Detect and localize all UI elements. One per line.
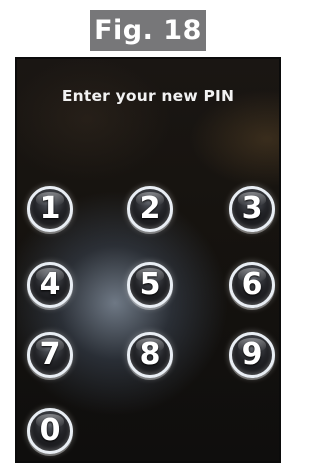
keypad-key-5[interactable]: 5 <box>127 262 173 308</box>
pin-entry-screen: Enter your new PIN 1 2 3 4 5 6 7 8 9 0 <box>15 57 281 463</box>
keypad-key-0[interactable]: 0 <box>27 408 73 454</box>
key-digit: 0 <box>39 413 61 448</box>
key-digit: 4 <box>39 267 61 302</box>
keypad-key-9[interactable]: 9 <box>229 332 275 378</box>
key-digit: 7 <box>39 337 61 372</box>
key-digit: 8 <box>139 337 161 372</box>
key-digit: 6 <box>241 267 263 302</box>
keypad-key-1[interactable]: 1 <box>27 186 73 232</box>
keypad-key-6[interactable]: 6 <box>229 262 275 308</box>
key-digit: 2 <box>139 191 161 226</box>
key-digit: 5 <box>139 267 161 302</box>
keypad-key-3[interactable]: 3 <box>229 186 275 232</box>
keypad-key-4[interactable]: 4 <box>27 262 73 308</box>
key-digit: 1 <box>39 191 61 226</box>
keypad-key-2[interactable]: 2 <box>127 186 173 232</box>
pin-prompt: Enter your new PIN <box>61 87 235 105</box>
key-digit: 9 <box>241 337 263 372</box>
keypad-key-7[interactable]: 7 <box>27 332 73 378</box>
keypad-key-8[interactable]: 8 <box>127 332 173 378</box>
key-digit: 3 <box>241 191 263 226</box>
figure-label: Fig. 18 <box>90 10 206 51</box>
